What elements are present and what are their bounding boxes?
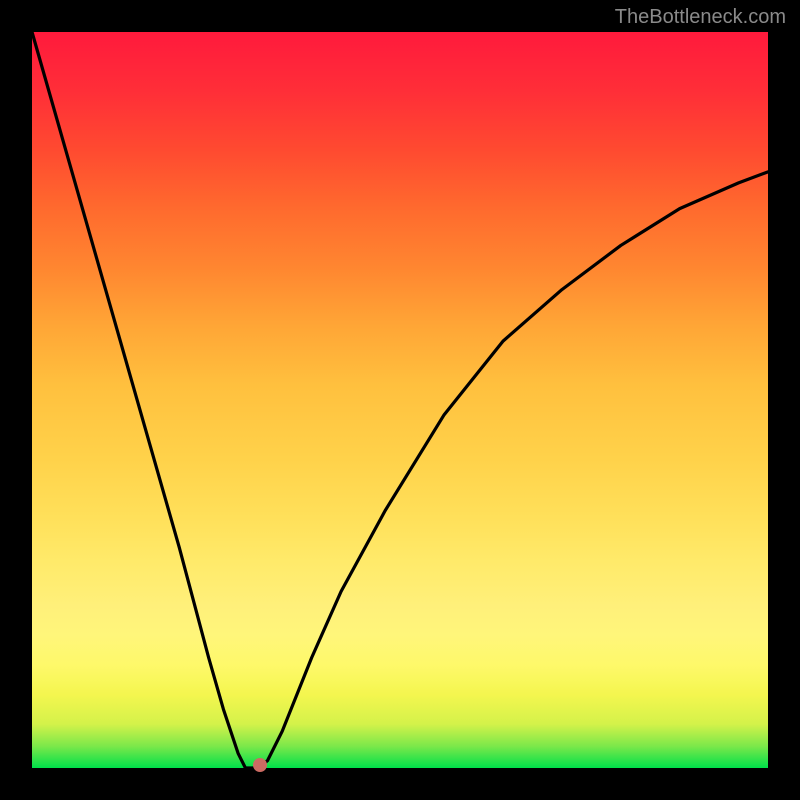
watermark-text: TheBottleneck.com [615,6,786,29]
optimum-marker [253,758,267,772]
chart-frame: TheBottleneck.com [0,0,800,800]
plot-area [32,32,768,768]
bottleneck-curve [32,32,768,768]
